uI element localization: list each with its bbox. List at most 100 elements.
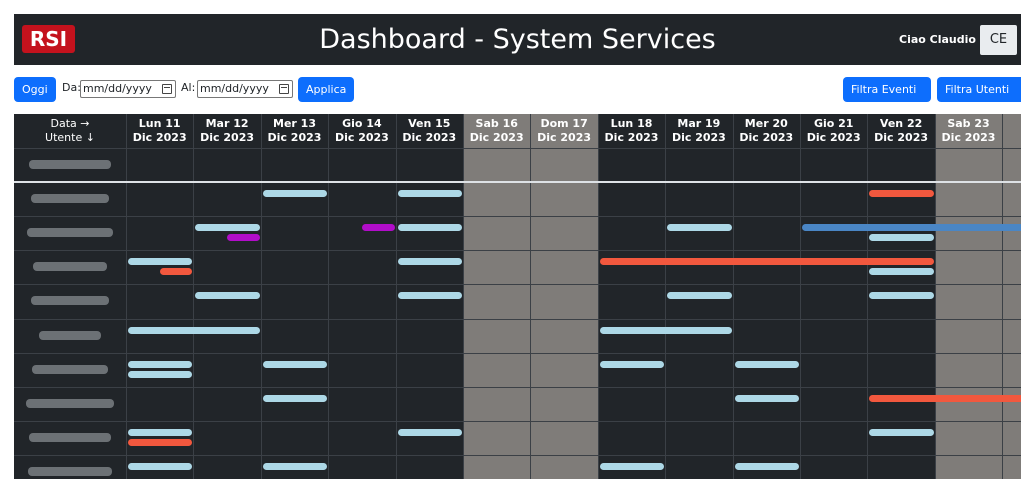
event-bar[interactable] (667, 292, 732, 300)
to-date-input[interactable]: mm/dd/yyyy (197, 80, 293, 98)
from-label: Da: (62, 81, 81, 94)
event-bar[interactable] (599, 360, 665, 368)
column-divider (800, 114, 801, 479)
day-month: Dic 2023 (806, 131, 861, 144)
event-bar[interactable] (397, 224, 462, 232)
event-bar[interactable] (262, 394, 328, 402)
event-bar[interactable] (869, 190, 934, 198)
day-month: Dic 2023 (402, 131, 457, 144)
day-column-header[interactable]: Sab 23 Dic 2023 (935, 114, 1002, 148)
event-bar[interactable] (667, 224, 732, 232)
event-bar[interactable] (227, 234, 260, 242)
event-bar[interactable] (128, 258, 193, 266)
day-month: D (1002, 131, 1021, 145)
event-bar[interactable] (262, 360, 328, 368)
weekend-column (1002, 114, 1021, 479)
event-bar[interactable] (262, 190, 328, 198)
day-column-header[interactable]: Mar 12 Dic 2023 (193, 114, 260, 148)
day-column-header[interactable]: Ven 15 Dic 2023 (396, 114, 463, 148)
user-row-label[interactable] (32, 364, 108, 374)
event-bar[interactable] (128, 370, 193, 378)
day-month: Dic 2023 (334, 131, 389, 144)
top-navbar: RSI Dashboard - System Services Ciao Cla… (14, 14, 1021, 65)
day-column-header[interactable]: Sab 16 Dic 2023 (463, 114, 530, 148)
user-axis-label: Utente ↓ (45, 131, 95, 144)
event-bar[interactable] (128, 428, 193, 436)
event-bar[interactable] (599, 258, 934, 266)
day-name: Lun 18 (610, 117, 653, 130)
user-row-label[interactable] (27, 228, 113, 238)
weekend-column (530, 114, 598, 479)
filter-users-label: Filtra Utenti (945, 83, 1010, 96)
today-button[interactable]: Oggi (14, 77, 56, 102)
event-bar[interactable] (397, 258, 462, 266)
event-bar[interactable] (128, 438, 193, 446)
event-bar[interactable] (397, 292, 462, 300)
user-row-label[interactable] (33, 262, 107, 272)
user-row-label[interactable] (29, 432, 111, 442)
day-column-header[interactable]: Dom 17 Dic 2023 (530, 114, 597, 148)
event-bar[interactable] (128, 360, 193, 368)
to-label: Al: (181, 81, 196, 94)
user-row-label[interactable] (39, 330, 101, 340)
event-bar[interactable] (397, 428, 462, 436)
event-bar[interactable] (869, 268, 934, 276)
column-divider (530, 114, 532, 479)
to-date-placeholder: mm/dd/yyyy (200, 82, 269, 95)
event-bar[interactable] (869, 234, 934, 242)
event-bar[interactable] (869, 394, 1021, 402)
day-column-header[interactable]: DD (1002, 114, 1021, 148)
user-row-label[interactable] (31, 296, 109, 306)
event-bar[interactable] (869, 428, 934, 436)
day-month: Dic 2023 (739, 131, 794, 144)
day-month: Dic 2023 (200, 131, 255, 144)
event-bar[interactable] (599, 462, 665, 470)
day-column-header[interactable]: Mer 20 Dic 2023 (733, 114, 800, 148)
day-column-header[interactable]: Mar 19 Dic 2023 (665, 114, 732, 148)
user-row-label[interactable] (28, 466, 112, 476)
user-row-label[interactable] (26, 398, 114, 408)
event-bar[interactable] (599, 326, 732, 334)
day-column-header[interactable]: Lun 18 Dic 2023 (598, 114, 665, 148)
calendar-icon[interactable] (279, 84, 289, 94)
apply-button[interactable]: Applica (298, 77, 355, 102)
event-bar[interactable] (869, 292, 934, 300)
event-bar[interactable] (802, 224, 1021, 232)
event-bar[interactable] (128, 326, 260, 334)
filter-users-button[interactable]: Filtra Utenti (937, 77, 1021, 117)
event-bar[interactable] (397, 190, 462, 198)
event-bar[interactable] (361, 224, 395, 232)
day-month: Dic 2023 (941, 131, 996, 144)
row-divider (14, 148, 1021, 149)
date-axis-label: Data → (50, 117, 90, 130)
event-bar[interactable] (159, 268, 193, 276)
user-row-label[interactable] (31, 194, 109, 204)
day-name: Dom 17 (540, 117, 588, 130)
event-bar[interactable] (195, 292, 260, 300)
event-bar[interactable] (128, 462, 193, 470)
row-divider (14, 454, 1021, 456)
rsi-logo[interactable]: RSI (22, 25, 75, 53)
calendar-icon[interactable] (162, 84, 172, 94)
day-column-header[interactable]: Gio 14 Dic 2023 (328, 114, 395, 148)
from-date-input[interactable]: mm/dd/yyyy (80, 80, 176, 98)
day-month: Dic 2023 (469, 131, 524, 144)
day-month: Dic 2023 (537, 131, 592, 144)
user-row-label[interactable] (29, 160, 111, 170)
row-divider (14, 318, 1021, 320)
day-column-header[interactable]: Gio 21 Dic 2023 (800, 114, 867, 148)
day-name: Ven 22 (879, 117, 923, 130)
day-column-header[interactable]: Lun 11 Dic 2023 (126, 114, 193, 148)
user-avatar-button[interactable]: CE (980, 25, 1017, 55)
day-name: Lun 11 (138, 117, 181, 130)
event-bar[interactable] (262, 462, 328, 470)
day-name: Mer 13 (273, 117, 316, 130)
event-bar[interactable] (734, 394, 799, 402)
filter-events-button[interactable]: Filtra Eventi (843, 77, 931, 117)
day-column-header[interactable]: Ven 22 Dic 2023 (867, 114, 934, 148)
row-divider (14, 352, 1021, 354)
day-column-header[interactable]: Mer 13 Dic 2023 (261, 114, 328, 148)
event-bar[interactable] (734, 360, 799, 368)
event-bar[interactable] (195, 224, 260, 232)
event-bar[interactable] (734, 462, 799, 470)
